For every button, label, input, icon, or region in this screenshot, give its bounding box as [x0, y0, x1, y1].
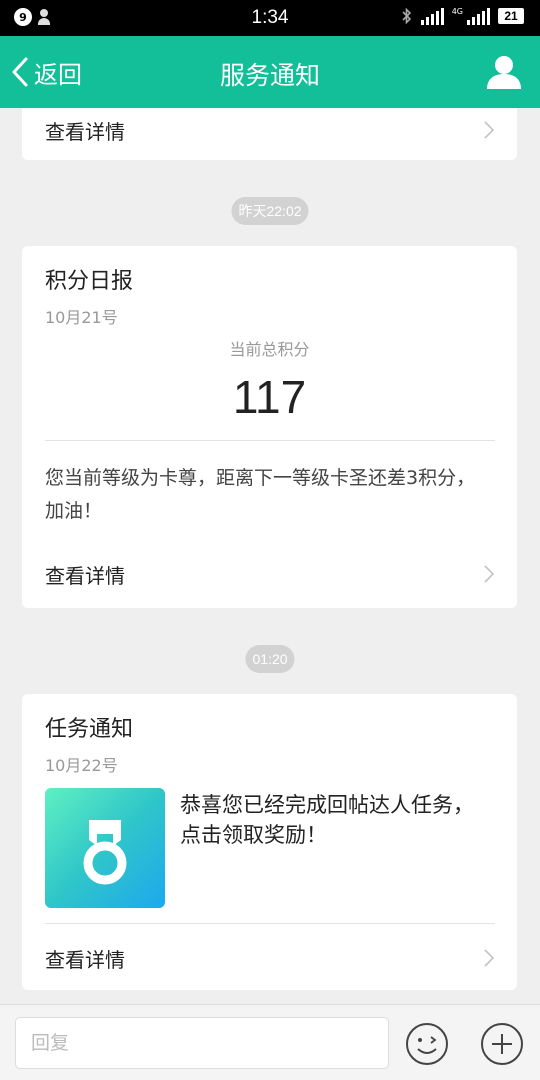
emoji-icon[interactable] [404, 1021, 450, 1067]
notification-card-previous: 查看详情 [22, 108, 517, 160]
reply-bar [0, 1004, 540, 1080]
task-thumbnail[interactable] [45, 788, 165, 908]
notification-list[interactable]: 查看详情 昨天22:02 积分日报 10月21号 当前总积分 117 您当前等级… [0, 108, 540, 1004]
profile-icon[interactable] [486, 54, 522, 90]
card-date: 10月21号 [45, 308, 118, 327]
navigation-bar: 返回 服务通知 [0, 36, 540, 108]
card-title: 任务通知 [45, 717, 134, 742]
view-details-row[interactable]: 查看详情 [22, 928, 517, 988]
chevron-right-icon [484, 121, 495, 139]
status-right-icons: 4G 21 [401, 7, 524, 25]
timestamp-pill: 01:20 [245, 645, 295, 673]
divider [45, 440, 495, 441]
view-details-row[interactable]: 查看详情 [22, 108, 517, 160]
score-label: 当前总积分 [229, 340, 310, 359]
chevron-right-icon [484, 949, 495, 967]
add-icon[interactable] [479, 1021, 525, 1067]
reply-input[interactable] [15, 1017, 389, 1069]
bluetooth-icon [402, 7, 411, 25]
card-title: 积分日报 [45, 269, 134, 294]
divider [45, 923, 495, 924]
card-date: 10月22号 [45, 756, 118, 775]
view-details-row[interactable]: 查看详情 [22, 544, 517, 604]
page-title: 服务通知 [219, 61, 320, 90]
chevron-right-icon [484, 565, 495, 583]
signal-strength-2-icon [467, 7, 490, 25]
points-message: 您当前等级为卡尊，距离下一等级卡圣还差3积分，加油！ [45, 467, 476, 522]
network-type-label: 4G [451, 7, 463, 16]
view-details-label: 查看详情 [45, 563, 125, 588]
view-details-label: 查看详情 [45, 119, 125, 144]
score-value: 117 [232, 371, 307, 423]
medal-icon [83, 820, 127, 885]
notification-card-points-report[interactable]: 积分日报 10月21号 当前总积分 117 您当前等级为卡尊，距离下一等级卡圣还… [22, 246, 517, 608]
battery-indicator: 21 [498, 8, 524, 24]
signal-strength-icon [420, 7, 444, 25]
status-bar: 9 1:34 4G 21 [0, 0, 540, 36]
view-details-label: 查看详情 [45, 947, 125, 972]
timestamp-pill: 昨天22:02 [231, 197, 309, 225]
notification-card-task[interactable]: 任务通知 10月22号 恭喜您已经完成回帖达人任务，点击领取奖励！ 查看详情 [22, 694, 517, 990]
task-message: 恭喜您已经完成回帖达人任务，点击领取奖励！ [180, 793, 474, 847]
